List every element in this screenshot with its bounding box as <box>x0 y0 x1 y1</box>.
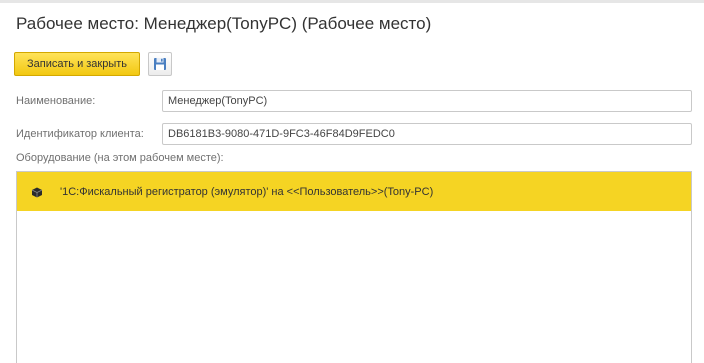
client-id-field[interactable]: DB6181B3-9080-471D-9FC3-46F84D9FEDC0 <box>162 123 692 145</box>
equipment-item-text: '1С:Фискальный регистратор (эмулятор)' н… <box>60 185 434 198</box>
equipment-list[interactable]: '1С:Фискальный регистратор (эмулятор)' н… <box>16 171 692 363</box>
save-button[interactable] <box>148 52 173 76</box>
fiscal-register-icon <box>31 187 43 197</box>
floppy-disk-icon <box>154 58 167 70</box>
equipment-label: Оборудование (на этом рабочем месте): <box>16 152 224 164</box>
client-id-label: Идентификатор клиента: <box>16 128 144 140</box>
client-id-row: Идентификатор клиента: <box>16 123 144 145</box>
toolbar: Записать и закрыть <box>14 51 173 77</box>
name-row: Наименование: <box>16 90 95 112</box>
name-label: Наименование: <box>16 95 96 107</box>
top-divider <box>0 0 704 3</box>
save-and-close-button[interactable]: Записать и закрыть <box>14 52 141 76</box>
page-title: Рабочее место: Менеджер(TonyPC) (Рабочее… <box>16 14 432 33</box>
workplace-form: Рабочее место: Менеджер(TonyPC) (Рабочее… <box>0 0 704 363</box>
name-field[interactable]: Менеджер(TonyPC) <box>162 90 692 112</box>
list-item[interactable]: '1С:Фискальный регистратор (эмулятор)' н… <box>17 172 691 211</box>
